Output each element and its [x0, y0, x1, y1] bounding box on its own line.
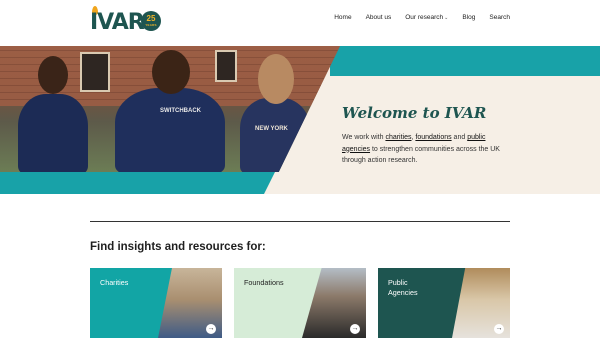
card-foundations[interactable]: Foundations → — [234, 268, 366, 338]
link-charities[interactable]: charities — [385, 134, 411, 141]
building-window — [80, 52, 110, 92]
person-student-left — [18, 94, 88, 172]
hero-teal-band-top — [330, 46, 600, 76]
nav-home[interactable]: Home — [334, 14, 351, 21]
arrow-right-icon: → — [494, 324, 504, 334]
hero-title: Welcome to IVAR — [342, 104, 487, 122]
arrow-right-icon: → — [206, 324, 216, 334]
sweatshirt-text: SWITCHBACK — [160, 108, 201, 114]
badge-caption: YEARS — [145, 23, 157, 27]
card-public-agencies[interactable]: Public Agencies → — [378, 268, 510, 338]
arrow-right-icon: → — [350, 324, 360, 334]
nav-our-research[interactable]: Our research⌄ — [405, 14, 448, 21]
ivar-logo[interactable]: IVAR 25 YEARS — [90, 6, 162, 36]
nav-search[interactable]: Search — [489, 14, 510, 21]
card-label: Charities — [100, 278, 129, 287]
anniversary-badge: 25 YEARS — [141, 11, 161, 31]
hero-teal-band-bottom — [0, 172, 275, 194]
card-charities[interactable]: Charities → — [90, 268, 222, 338]
hero-text-start: We work with — [342, 134, 386, 141]
building-window — [215, 50, 237, 82]
main-nav: Home About us Our research⌄ Blog Search — [320, 14, 510, 21]
card-label: Foundations — [244, 278, 284, 287]
sweatshirt-text: NEW YORK — [255, 126, 288, 132]
nav-about-us[interactable]: About us — [366, 14, 392, 21]
person-student-middle — [115, 88, 225, 172]
person-head — [258, 54, 294, 104]
person-head — [152, 50, 190, 94]
hero-description: We work with charities, foundations and … — [342, 132, 512, 167]
chevron-down-icon: ⌄ — [444, 15, 449, 21]
person-head — [38, 56, 68, 94]
site-header: IVAR 25 YEARS Home About us Our research… — [0, 0, 600, 46]
card-label: Public Agencies — [388, 278, 418, 297]
nav-our-research-label: Our research — [405, 14, 444, 21]
section-title: Find insights and resources for: — [90, 241, 266, 253]
hero-text-sep: and — [451, 134, 468, 141]
nav-blog[interactable]: Blog — [462, 14, 475, 21]
section-divider — [90, 221, 510, 222]
link-foundations[interactable]: foundations — [415, 134, 451, 141]
hero: SWITCHBACK NEW YORK — [0, 46, 600, 194]
badge-number: 25 — [146, 14, 156, 23]
logo-text: IVAR — [90, 10, 145, 35]
